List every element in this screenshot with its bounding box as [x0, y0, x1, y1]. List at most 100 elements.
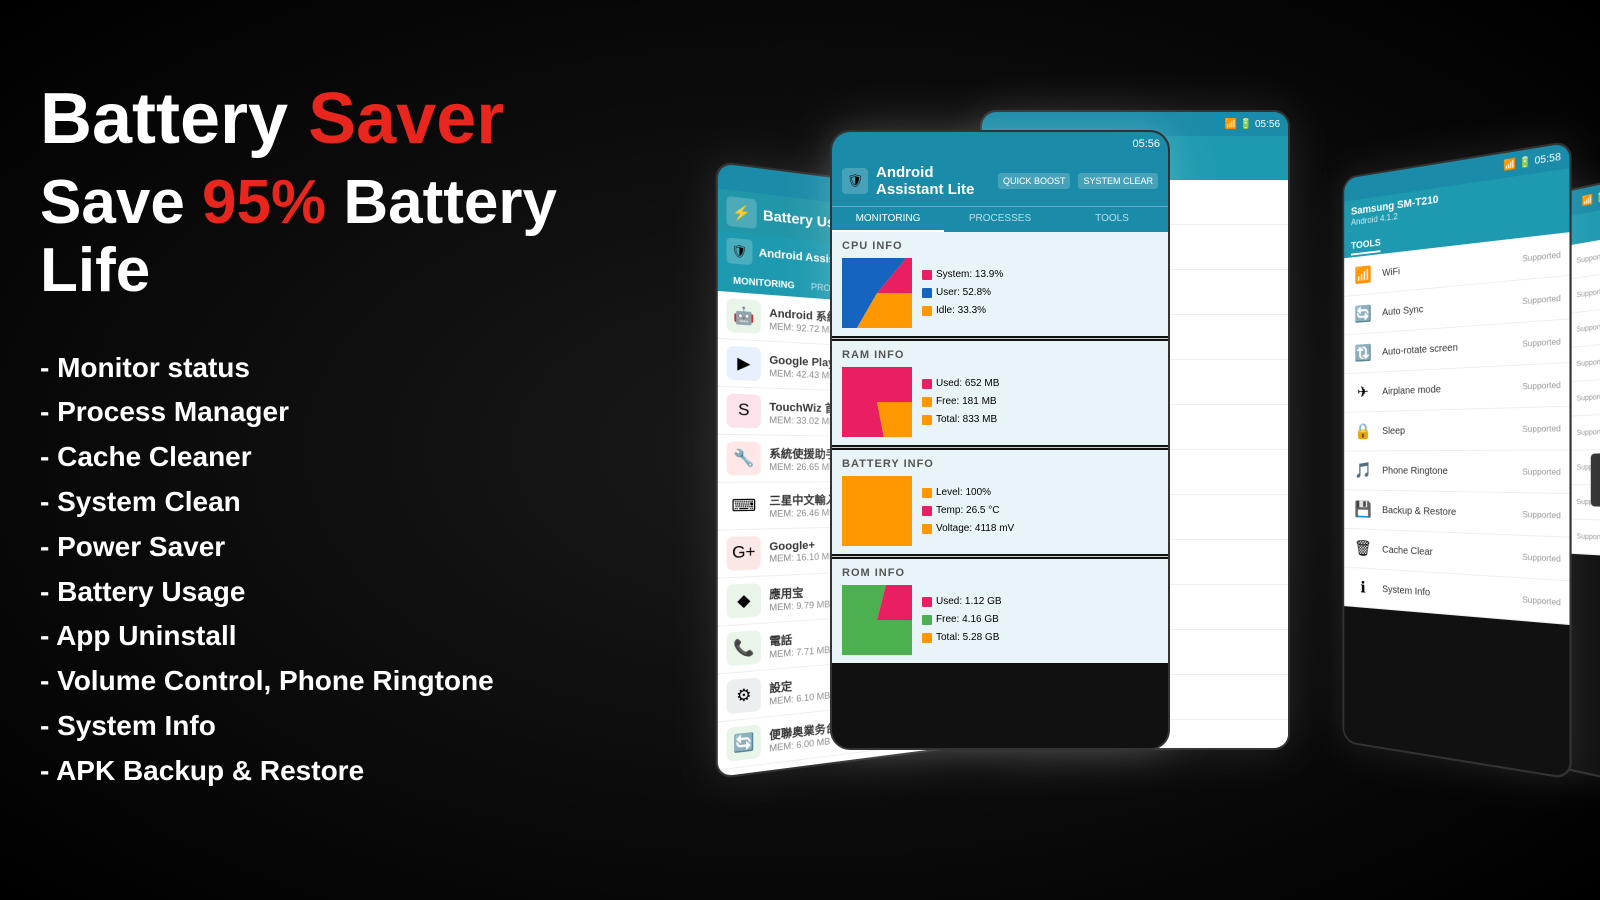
rom-pie-chart — [842, 585, 912, 655]
sub-header-icon: 🛡 — [727, 237, 753, 265]
process-icon: 🔧 — [727, 441, 761, 475]
rom-info-row: Used: 1.12 GB Free: 4.16 GB Total: 5.28 … — [842, 585, 1158, 655]
rom-free-legend: Free: 4.16 GB — [922, 611, 1002, 629]
feature-item: - Process Manager — [40, 390, 600, 435]
main-title: Battery Saver — [40, 80, 600, 159]
process-mem: MEM: 4.68 MB — [769, 762, 971, 779]
battery-title: BATTERY INFO — [842, 458, 1158, 470]
left-panel: Battery Saver Save 95% Battery Life - Mo… — [40, 80, 600, 794]
tool-status: Supported — [1522, 293, 1561, 306]
process-icon: 🤖 — [727, 298, 761, 334]
ram-total-value: Total: 833 MB — [936, 411, 997, 429]
tool-status: Supported — [1522, 337, 1561, 349]
list-item[interactable]: 🎵 Phone Ringtone Supported — [1344, 450, 1569, 494]
tool-icon: ℹ — [1351, 574, 1375, 602]
cpu-user-legend: User: 52.8% — [922, 284, 1003, 302]
battery-voltage-value: Voltage: 4118 mV — [936, 520, 1014, 538]
rom-used-legend: Used: 1.12 GB — [922, 593, 1002, 611]
rom-total-value: Total: 5.28 GB — [936, 629, 999, 647]
process-icon: ◆ — [727, 583, 761, 619]
tool-name: System Info — [1382, 584, 1522, 605]
divider-1 — [832, 338, 1168, 339]
tool-name: Sleep — [1382, 423, 1522, 436]
sub-tab-monitoring[interactable]: MONITORING — [727, 272, 801, 293]
ram-free-value: Free: 181 MB — [936, 393, 997, 411]
title-part2: Saver — [308, 79, 504, 159]
system-clear-btn[interactable]: SYSTEM CLEAR — [1078, 173, 1158, 189]
feature-item: - Volume Control, Phone Ringtone — [40, 659, 600, 704]
subtitle-part2: 95% — [202, 168, 326, 237]
ram-section: RAM INFO Used: 652 MB Free: 181 MB — [832, 341, 1168, 445]
cpu-user-value: User: 52.8% — [936, 284, 991, 302]
feature-item: - Battery Usage — [40, 570, 600, 615]
list-item[interactable]: 🔒 Sleep Supported — [1344, 407, 1569, 452]
ram-used-dot — [922, 379, 932, 389]
tool-status: Supported — [1576, 322, 1600, 333]
idle-dot — [922, 306, 932, 316]
feature-item: - APK Backup & Restore — [40, 749, 600, 794]
arrow-btn[interactable]: › — [1591, 453, 1600, 507]
tool-icon: 🗑 — [1351, 535, 1375, 563]
tab-tools[interactable]: TOOLS — [1056, 207, 1168, 232]
feature-item: - Cache Cleaner — [40, 435, 600, 480]
process-icon: 📞 — [727, 630, 761, 666]
tool-status: Supported — [1522, 467, 1561, 477]
subtitle: Save 95% Battery Life — [40, 169, 600, 305]
tool-status: Supported — [1576, 287, 1600, 299]
tool-status: Supported — [1522, 509, 1561, 520]
tool-status: Supported — [1576, 428, 1600, 437]
ram-legend: Used: 652 MB Free: 181 MB Total: 833 MB — [922, 375, 999, 429]
tool-status: Supported — [1522, 423, 1561, 433]
tab-monitoring[interactable]: MONITORING — [832, 207, 944, 232]
rom-free-dot — [922, 615, 932, 625]
tool-icon: 💾 — [1351, 496, 1375, 523]
tool-status: Supported — [1576, 533, 1600, 542]
battery-pie-chart — [842, 476, 912, 546]
tool-status: Supported — [1522, 250, 1561, 264]
battery-info-row: Level: 100% Temp: 26.5 °C Voltage: 4118 … — [842, 476, 1158, 546]
tool-name: Phone Ringtone — [1382, 465, 1522, 477]
ram-info-row: Used: 652 MB Free: 181 MB Total: 833 MB — [842, 367, 1158, 437]
tool-status: Supported — [1522, 380, 1561, 391]
ram-total-legend: Total: 833 MB — [922, 411, 999, 429]
user-dot — [922, 288, 932, 298]
time-display: 05:56 — [1132, 138, 1160, 150]
divider-3 — [832, 556, 1168, 557]
tool-status: Supported — [1522, 595, 1561, 607]
feature-item: - System Info — [40, 704, 600, 749]
process-icon: ↕ — [727, 771, 761, 779]
title-part1: Battery — [40, 79, 308, 159]
tool-status: Supported — [1576, 252, 1600, 265]
tool-name: WiFi — [1382, 253, 1522, 279]
ram-total-dot — [922, 415, 932, 425]
cpu-idle-legend: Idle: 33.3% — [922, 302, 1003, 320]
app-icon: 🛡 — [842, 168, 868, 194]
ram-title: RAM INFO — [842, 349, 1158, 361]
battery-section: BATTERY INFO Level: 100% Temp: 26.5 °C — [832, 450, 1168, 554]
cpu-pie-chart — [842, 258, 912, 328]
list-item[interactable]: 👤 聯絡人 MEM: 4.51 MB CPU — [718, 778, 995, 779]
process-icon: ⚙ — [727, 677, 761, 714]
rom-total-dot — [922, 633, 932, 643]
tool-status: Supported — [1576, 358, 1600, 368]
ram-free-legend: Free: 181 MB — [922, 393, 999, 411]
battery-legend: Level: 100% Temp: 26.5 °C Voltage: 4118 … — [922, 484, 1014, 538]
subtitle-part1: Save — [40, 168, 202, 237]
feature-item: - Power Saver — [40, 525, 600, 570]
cpu-system-value: System: 13.9% — [936, 266, 1003, 284]
tool-name: Backup & Restore — [1382, 505, 1522, 520]
rom-total-legend: Total: 5.28 GB — [922, 629, 1002, 647]
ram-used-value: Used: 652 MB — [936, 375, 999, 393]
tab-processes[interactable]: PROCESSES — [944, 207, 1056, 232]
battery-temp-dot — [922, 506, 932, 516]
phone-right: 📶 🔋 05:58 Samsung SM-T210 Android 4.1.2 … — [1343, 140, 1572, 780]
ram-used-legend: Used: 652 MB — [922, 375, 999, 393]
app-header-main: 🛡 Android Assistant Lite QUICK BOOST SYS… — [832, 156, 1168, 206]
tab-bar-main: MONITORING PROCESSES TOOLS — [832, 206, 1168, 232]
battery-level-value: Level: 100% — [936, 484, 991, 502]
quick-boost-btn[interactable]: QUICK BOOST — [998, 173, 1071, 189]
cpu-info-row: System: 13.9% User: 52.8% Idle: 33.3% — [842, 258, 1158, 328]
tool-icon: 🔃 — [1351, 339, 1375, 367]
rom-section: ROM INFO Used: 1.12 GB Free: 4.16 GB — [832, 559, 1168, 663]
tool-name: Airplane mode — [1382, 381, 1522, 397]
